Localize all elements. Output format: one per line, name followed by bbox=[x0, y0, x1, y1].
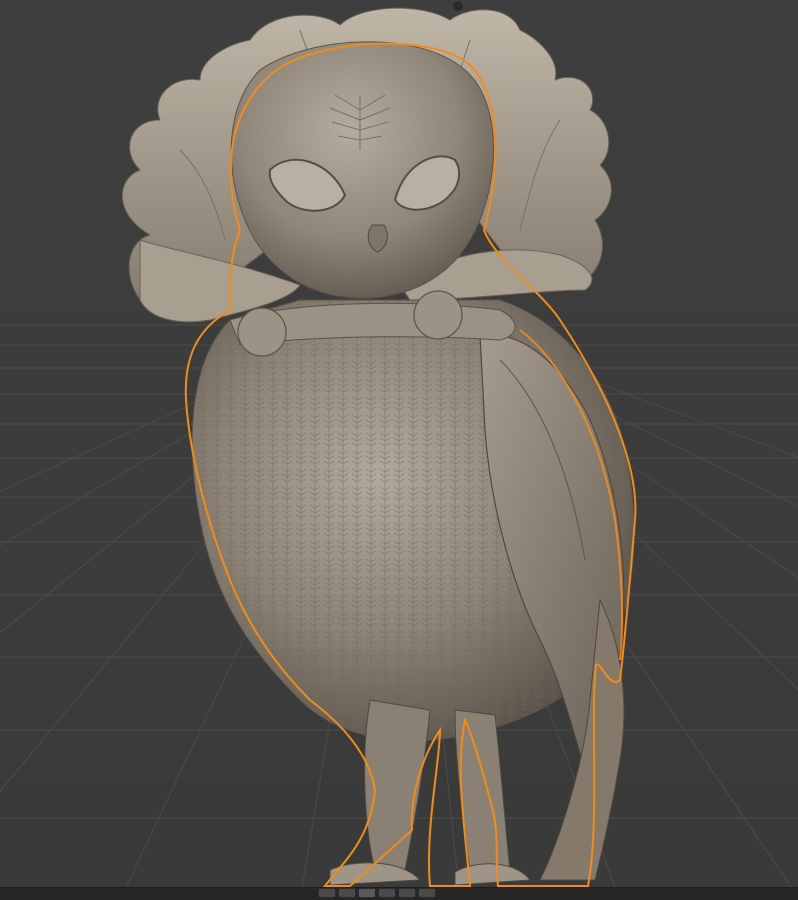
viewport-tool-6-button[interactable] bbox=[418, 888, 436, 898]
viewport-tool-1-button[interactable] bbox=[318, 888, 336, 898]
viewport-toolbar bbox=[0, 887, 798, 900]
viewport-tool-3-button[interactable] bbox=[358, 888, 376, 898]
owl-body bbox=[191, 290, 635, 886]
3d-viewport[interactable] bbox=[0, 0, 798, 900]
viewport-tool-2-button[interactable] bbox=[338, 888, 356, 898]
viewport-tool-4-button[interactable] bbox=[378, 888, 396, 898]
viewport-top-marks bbox=[453, 1, 463, 11]
owl-head bbox=[230, 41, 495, 299]
viewport-tool-5-button[interactable] bbox=[398, 888, 416, 898]
viewport-canvas[interactable] bbox=[0, 0, 798, 900]
